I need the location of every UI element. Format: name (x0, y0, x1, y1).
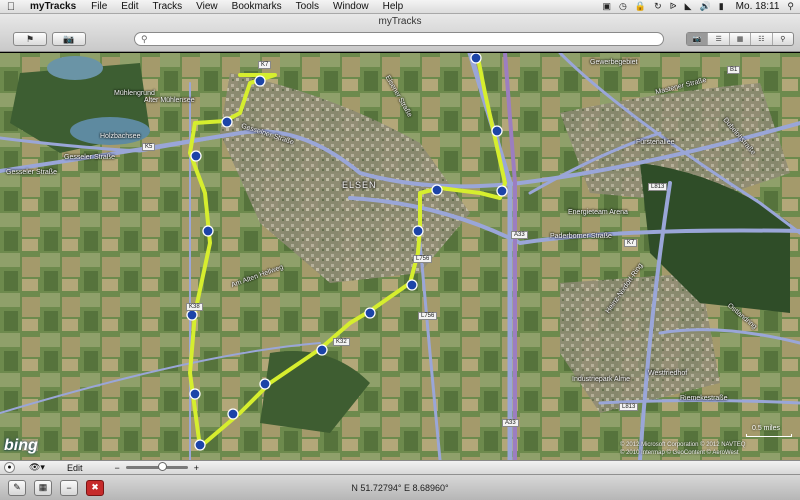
facetime-icon[interactable]: ▣ (603, 1, 612, 12)
road-shield-l756: L756 (413, 255, 433, 263)
road-shield-k5: K5 (142, 143, 156, 151)
road-shield-l813-bottom: L813 (619, 403, 639, 411)
view-grid-icon[interactable]: ☷ (751, 33, 773, 45)
apple-menu-icon[interactable]:  (0, 1, 22, 13)
camera-button[interactable]: 📷 (52, 32, 86, 46)
view-list-icon[interactable]: ☰ (708, 33, 730, 45)
view-mode-selector[interactable]: 📷 ☰ ▦ ☷ ⚲ (686, 32, 794, 46)
lake-label-holzbachsee: Holzbachsee (100, 133, 141, 140)
zoom-out-button[interactable]: − (114, 463, 119, 473)
road-shield-l756b: L756 (418, 312, 438, 320)
window-toolbar: myTracks ⚑ 📷 ⚲ 📷 ☰ ▦ ☷ ⚲ (0, 14, 800, 52)
eye-icon[interactable]: 👁▾ (29, 462, 45, 473)
road-shield-a33-bottom: A33 (502, 419, 519, 427)
street-label-gesseler-1: Gesseler Straße (6, 169, 57, 176)
lock-icon[interactable]: 🔒 (635, 1, 646, 12)
edit-button[interactable]: Edit (67, 463, 83, 473)
bing-logo[interactable]: bing (4, 437, 38, 455)
street-label-paderborner: Paderborner Straße (550, 233, 612, 240)
zoom-slider-knob[interactable] (158, 462, 168, 471)
street-label-fuerstenallee: Fürstenallee (636, 139, 675, 146)
street-label-muehlengrund: Mühlengrund (114, 90, 155, 97)
menu-bookmarks[interactable]: Bookmarks (225, 1, 289, 12)
area-label-industriepark-alme: Industriepark Alme (572, 376, 630, 383)
road-shield-k7-top: K7 (258, 61, 272, 69)
time-machine-icon[interactable]: ◷ (619, 1, 627, 12)
area-label-gewerbegebiet: Gewerbegebiet (590, 59, 638, 66)
menu-app-name[interactable]: myTracks (22, 1, 84, 12)
road-shield-k7-right: K7 (624, 239, 638, 247)
spotlight-icon[interactable]: ⚲ (787, 1, 794, 12)
view-photo-icon[interactable]: 📷 (687, 33, 709, 45)
search-field[interactable]: ⚲ (134, 32, 664, 46)
search-input[interactable] (151, 34, 663, 44)
map-scale-label: 0.5 miles (752, 425, 781, 432)
camera-icon: 📷 (63, 33, 75, 44)
sync-icon[interactable]: ↻ (654, 1, 662, 12)
stop-icon[interactable]: ● (4, 462, 15, 473)
menu-tracks[interactable]: Tracks (146, 1, 190, 12)
area-label-energieteam-arena: Energieteam Arena (568, 209, 628, 216)
road-shield-k38: K38 (186, 303, 203, 311)
menu-edit[interactable]: Edit (114, 1, 145, 12)
view-table-icon[interactable]: ▦ (730, 33, 752, 45)
wifi-icon[interactable]: ◣ (685, 1, 692, 12)
cursor-coordinates: N 51.72794° E 8.68960° (351, 483, 449, 493)
menu-help[interactable]: Help (376, 1, 411, 12)
menu-tools[interactable]: Tools (289, 1, 326, 12)
lake-label-alter-muehlensee: Alter Mühlensee (144, 97, 195, 104)
menu-file[interactable]: File (84, 1, 114, 12)
zoom-slider[interactable] (125, 462, 188, 471)
menu-window[interactable]: Window (326, 1, 376, 12)
menubar-clock[interactable]: Mo. 18:11 (732, 1, 780, 12)
volume-icon[interactable]: 🔊 (700, 1, 711, 12)
menu-bar:  myTracks File Edit Tracks View Bookmar… (0, 0, 800, 14)
area-label-westfriedhof: Westfriedhof (648, 370, 688, 377)
map-copyright[interactable]: © 2012 Microsoft Corporation © 2012 NAVT… (620, 441, 745, 457)
street-label-riemekestrasse: Riemekestraße (680, 395, 728, 402)
road-shield-a33-top: A33 (511, 231, 528, 239)
window-title: myTracks (378, 16, 422, 27)
place-label-elsen: ELSEN (342, 180, 377, 190)
road-shield-b1: B1 (727, 66, 741, 74)
satellite-map[interactable]: ELSEN Gesseler Straße Gesseler Straße Ge… (0, 53, 800, 460)
flag-button[interactable]: ⚑ (13, 32, 47, 46)
menu-view[interactable]: View (189, 1, 225, 12)
bluetooth-icon[interactable]: ᐉ (670, 1, 677, 12)
status-menus: ▣ ◷ 🔒 ↻ ᐉ ◣ 🔊 ▮ Mo. 18:11 ⚲ (603, 1, 800, 12)
map-edit-toolbar: ● 👁▾ Edit − + (0, 460, 800, 474)
street-label-gesseler-2: Gesseler Straße (64, 154, 115, 161)
search-icon: ⚲ (141, 33, 148, 44)
view-pin-icon[interactable]: ⚲ (773, 33, 793, 45)
zoom-in-button[interactable]: + (194, 463, 199, 473)
map-scale-bar (746, 434, 792, 437)
battery-icon[interactable]: ▮ (719, 1, 724, 12)
road-shield-k32: K32 (333, 338, 350, 346)
flag-icon: ⚑ (25, 33, 35, 44)
status-bar: ✎ ▦ − ✖ N 51.72794° E 8.68960° (0, 474, 800, 500)
road-shield-l813-top: L813 (648, 183, 668, 191)
